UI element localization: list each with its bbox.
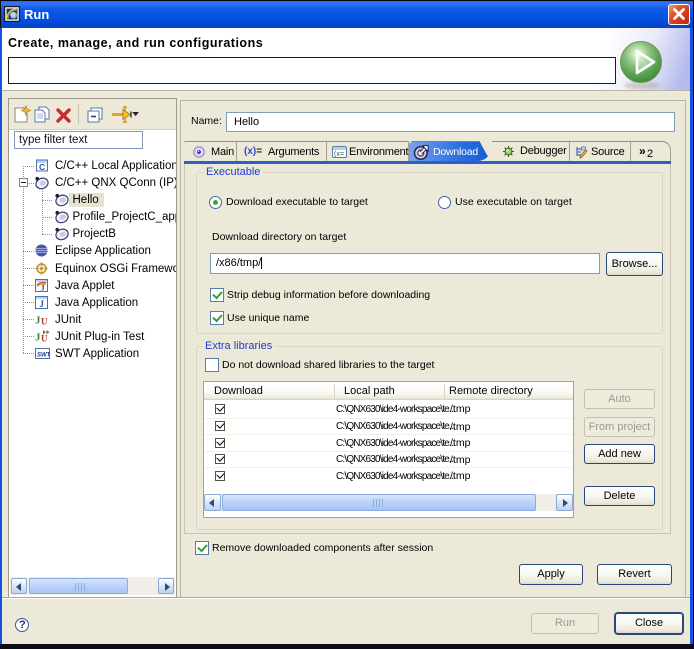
svg-text:J: J [40,299,45,309]
svg-text:U: U [41,334,48,344]
svg-text:C: C [39,162,45,172]
svg-text:(x=: (x= [334,151,344,158]
svg-text:U: U [41,316,48,326]
svg-text:SWT: SWT [37,352,50,358]
